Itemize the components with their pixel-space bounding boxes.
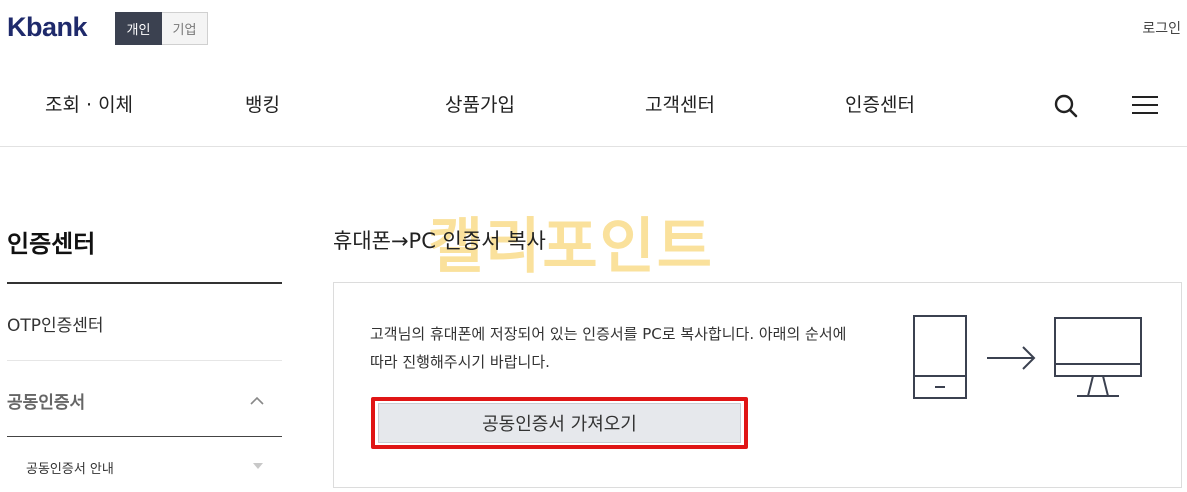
phone-icon <box>913 315 967 399</box>
sidebar-item-joint-certificate[interactable]: 공동인증서 <box>7 388 85 413</box>
page-title: 휴대폰→PC 인증서 복사 <box>333 229 546 253</box>
phone-to-pc-illustration <box>905 312 1155 408</box>
segment-personal[interactable]: 개인 <box>115 12 162 45</box>
nav-inquiry-transfer[interactable]: 조회 · 이체 <box>45 90 133 117</box>
nav-customer-center[interactable]: 고객센터 <box>645 90 715 117</box>
sidebar-item-otp[interactable]: OTP인증센터 <box>7 311 104 336</box>
nav-certificate-center[interactable]: 인증센터 <box>845 90 915 117</box>
sidebar-title-divider <box>7 282 282 284</box>
chevron-up-icon[interactable] <box>248 392 266 406</box>
caret-down-icon[interactable] <box>253 463 263 469</box>
arrow-right-icon <box>987 346 1036 370</box>
sidebar-divider <box>7 360 282 361</box>
login-link[interactable]: 로그인 <box>1142 18 1181 38</box>
nav-divider <box>0 146 1187 147</box>
sidebar-subitem-certificate-guide[interactable]: 공동인증서 안내 <box>26 458 114 477</box>
copy-description: 고객님의 휴대폰에 저장되어 있는 인증서를 PC로 복사합니다. 아래의 순서… <box>370 325 847 371</box>
sidebar-title: 인증센터 <box>7 230 96 258</box>
nav-banking[interactable]: 뱅킹 <box>245 90 280 117</box>
kbank-logo[interactable]: Kbank <box>7 12 88 43</box>
nav-products[interactable]: 상품가입 <box>445 90 515 117</box>
segment-business[interactable]: 기업 <box>162 12 208 45</box>
monitor-icon <box>1054 317 1142 397</box>
menu-icon[interactable] <box>1132 96 1158 118</box>
import-certificate-button[interactable]: 공동인증서 가져오기 <box>378 403 741 443</box>
sidebar-divider <box>7 436 282 437</box>
search-icon[interactable] <box>1053 93 1079 119</box>
customer-type-toggle: 개인 기업 <box>115 12 208 45</box>
